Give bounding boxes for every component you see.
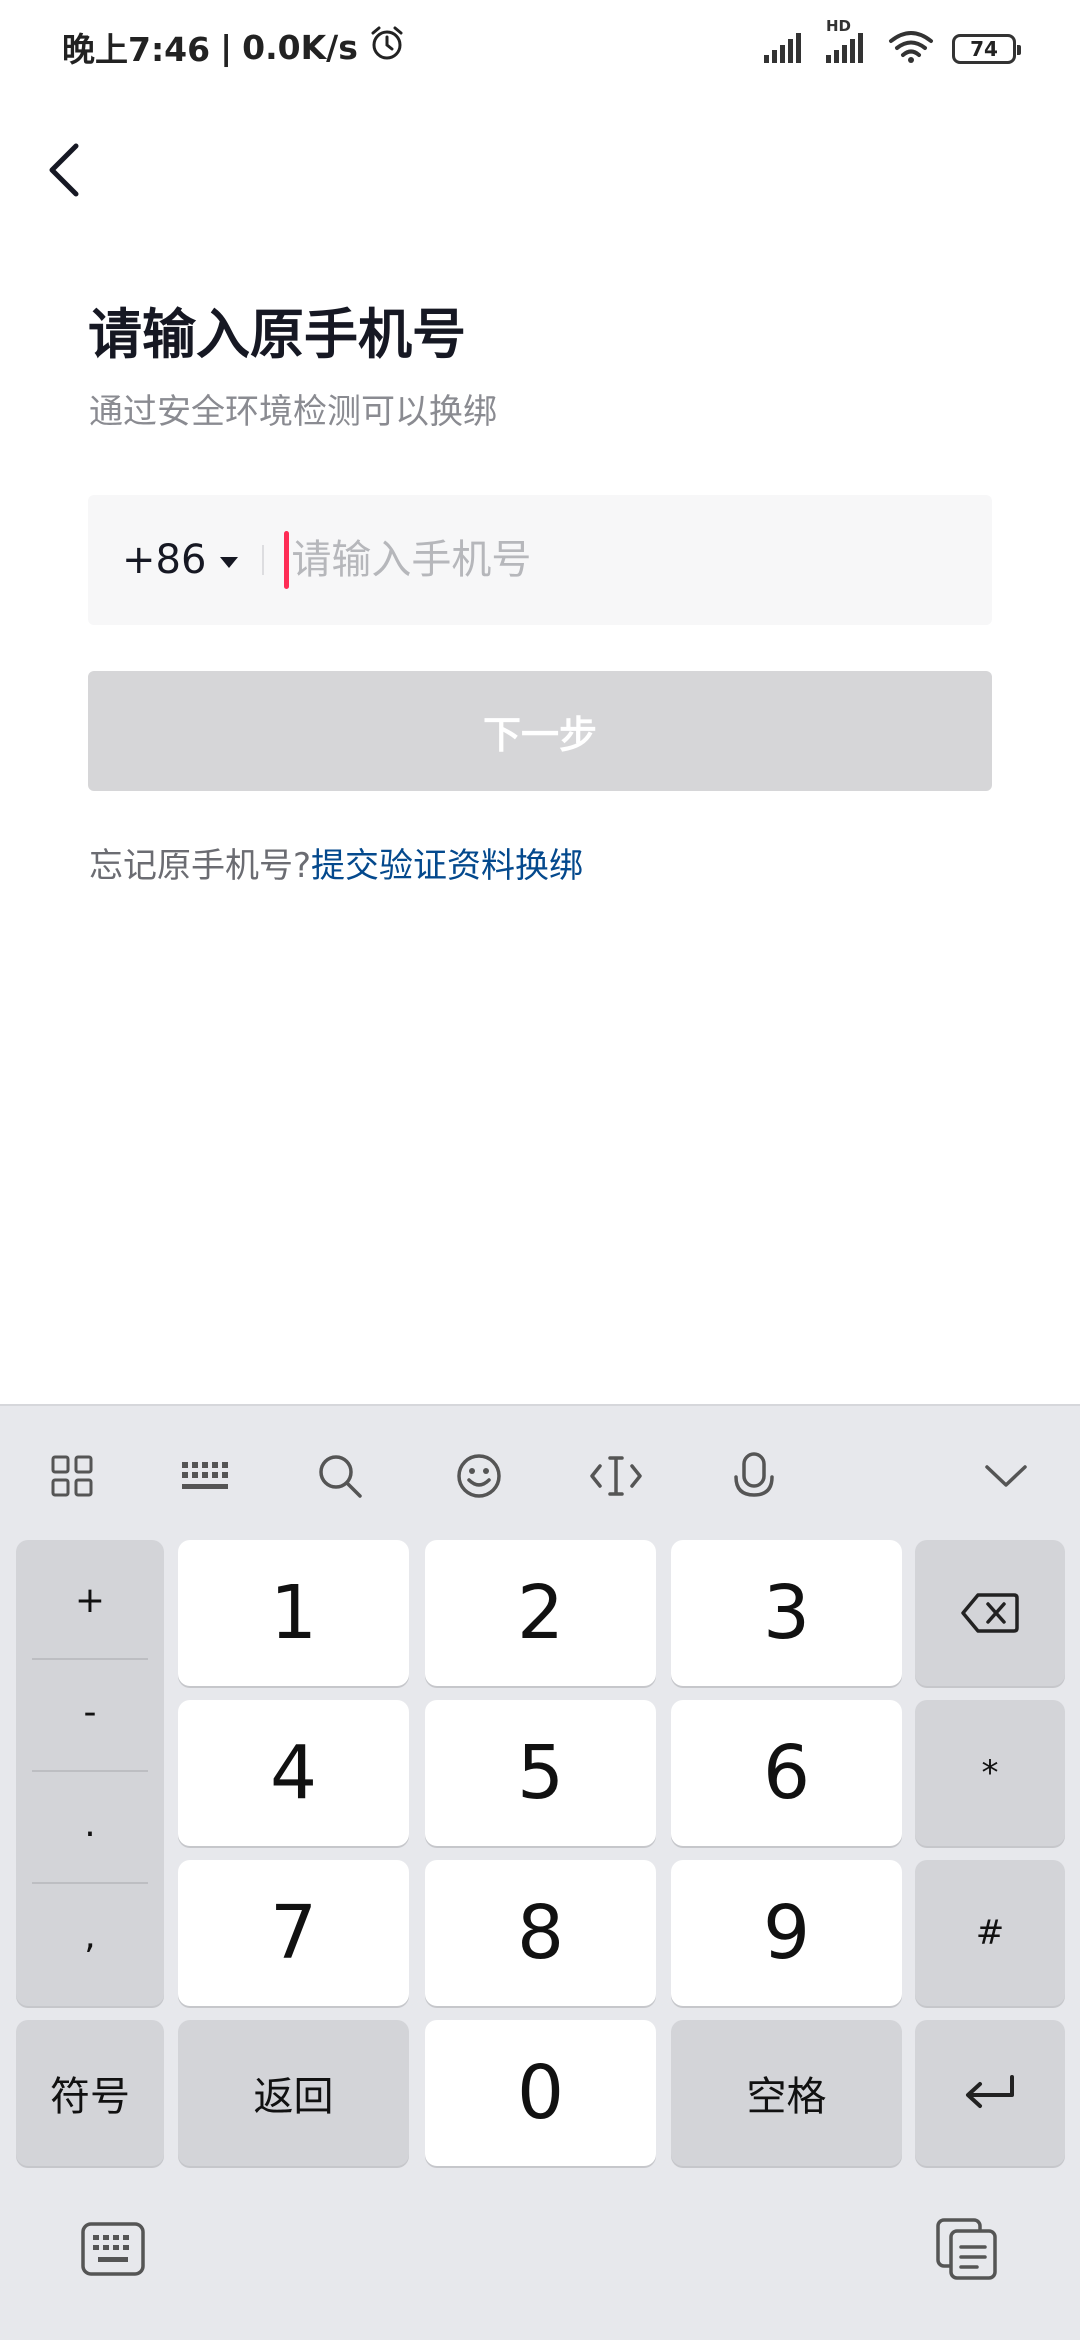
status-left: 晚上7:46 | 0.0K/s [62, 22, 406, 72]
key-minus[interactable]: - [16, 1656, 164, 1768]
battery-level: 74 [970, 37, 998, 61]
wifi-icon [888, 29, 934, 69]
caret-down-icon [220, 556, 239, 568]
page-title: 请输入原手机号 [88, 303, 466, 366]
help-text: 忘记原手机号? [89, 846, 312, 886]
backspace-icon [961, 1593, 1019, 1633]
numeric-keyboard: + - . , 1 2 3 4 5 6 * 7 8 9 # 符号 返回 0 空格 [0, 1404, 1080, 2340]
country-code-label: +86 [122, 537, 207, 583]
battery-icon: 74 [952, 34, 1021, 64]
key-comma[interactable]: , [16, 1880, 164, 1992]
clipboard-icon[interactable] [932, 2214, 1002, 2284]
help-link[interactable]: 提交验证资料换绑 [311, 838, 583, 887]
key-6[interactable]: 6 [671, 1700, 902, 1846]
signal-icon [764, 31, 808, 67]
key-plus[interactable]: + [16, 1544, 164, 1656]
hd-label: HD [826, 17, 852, 35]
key-9[interactable]: 9 [671, 1860, 902, 2006]
key-5[interactable]: 5 [425, 1700, 656, 1846]
chevron-down-icon[interactable] [974, 1444, 1038, 1508]
text-cursor [284, 531, 290, 589]
status-separator: | [220, 27, 233, 67]
key-dot[interactable]: . [16, 1768, 164, 1880]
emoji-icon[interactable] [447, 1444, 511, 1508]
key-3[interactable]: 3 [671, 1540, 902, 1686]
keyboard-switch-icon[interactable] [78, 2214, 148, 2284]
side-symbol-column: + - . , [16, 1540, 164, 2006]
cursor-move-icon[interactable] [584, 1444, 648, 1508]
back-button[interactable] [36, 130, 92, 210]
phone-number-input[interactable] [291, 537, 932, 583]
key-0[interactable]: 0 [425, 2020, 656, 2166]
divider [262, 545, 265, 575]
alarm-icon [368, 24, 406, 70]
country-code-selector[interactable]: +86 [122, 537, 239, 583]
next-button[interactable]: 下一步 [88, 671, 992, 791]
key-4[interactable]: 4 [178, 1700, 409, 1846]
key-7[interactable]: 7 [178, 1860, 409, 2006]
key-8[interactable]: 8 [425, 1860, 656, 2006]
page-subtitle: 通过安全环境检测可以换绑 [89, 392, 497, 432]
key-asterisk[interactable]: * [915, 1700, 1065, 1846]
space-key[interactable]: 空格 [671, 2020, 902, 2166]
hd-signal-icon: HD [826, 17, 870, 67]
back-key[interactable]: 返回 [178, 2020, 409, 2166]
status-right: HD 74 [764, 17, 1021, 74]
phone-input-row: +86 [88, 495, 992, 625]
keyboard-toolbar [0, 1406, 1080, 1536]
chevron-left-icon [49, 143, 79, 197]
key-hash[interactable]: # [915, 1860, 1065, 2006]
help-row: 忘记原手机号? 提交验证资料换绑 [89, 838, 583, 887]
enter-key[interactable] [915, 2020, 1065, 2166]
status-bar: 晚上7:46 | 0.0K/s HD 74 [0, 0, 1080, 96]
status-time: 晚上7:46 [62, 30, 211, 69]
enter-icon [966, 2075, 1014, 2108]
key-2[interactable]: 2 [425, 1540, 656, 1686]
key-1[interactable]: 1 [178, 1540, 409, 1686]
backspace-key[interactable] [915, 1540, 1065, 1686]
microphone-icon[interactable] [722, 1444, 786, 1508]
keyboard-layout-icon[interactable] [172, 1444, 236, 1508]
network-speed: 0.0K/s [242, 27, 358, 67]
search-icon[interactable] [308, 1444, 372, 1508]
symbols-key[interactable]: 符号 [16, 2020, 164, 2166]
grid-icon[interactable] [40, 1444, 104, 1508]
